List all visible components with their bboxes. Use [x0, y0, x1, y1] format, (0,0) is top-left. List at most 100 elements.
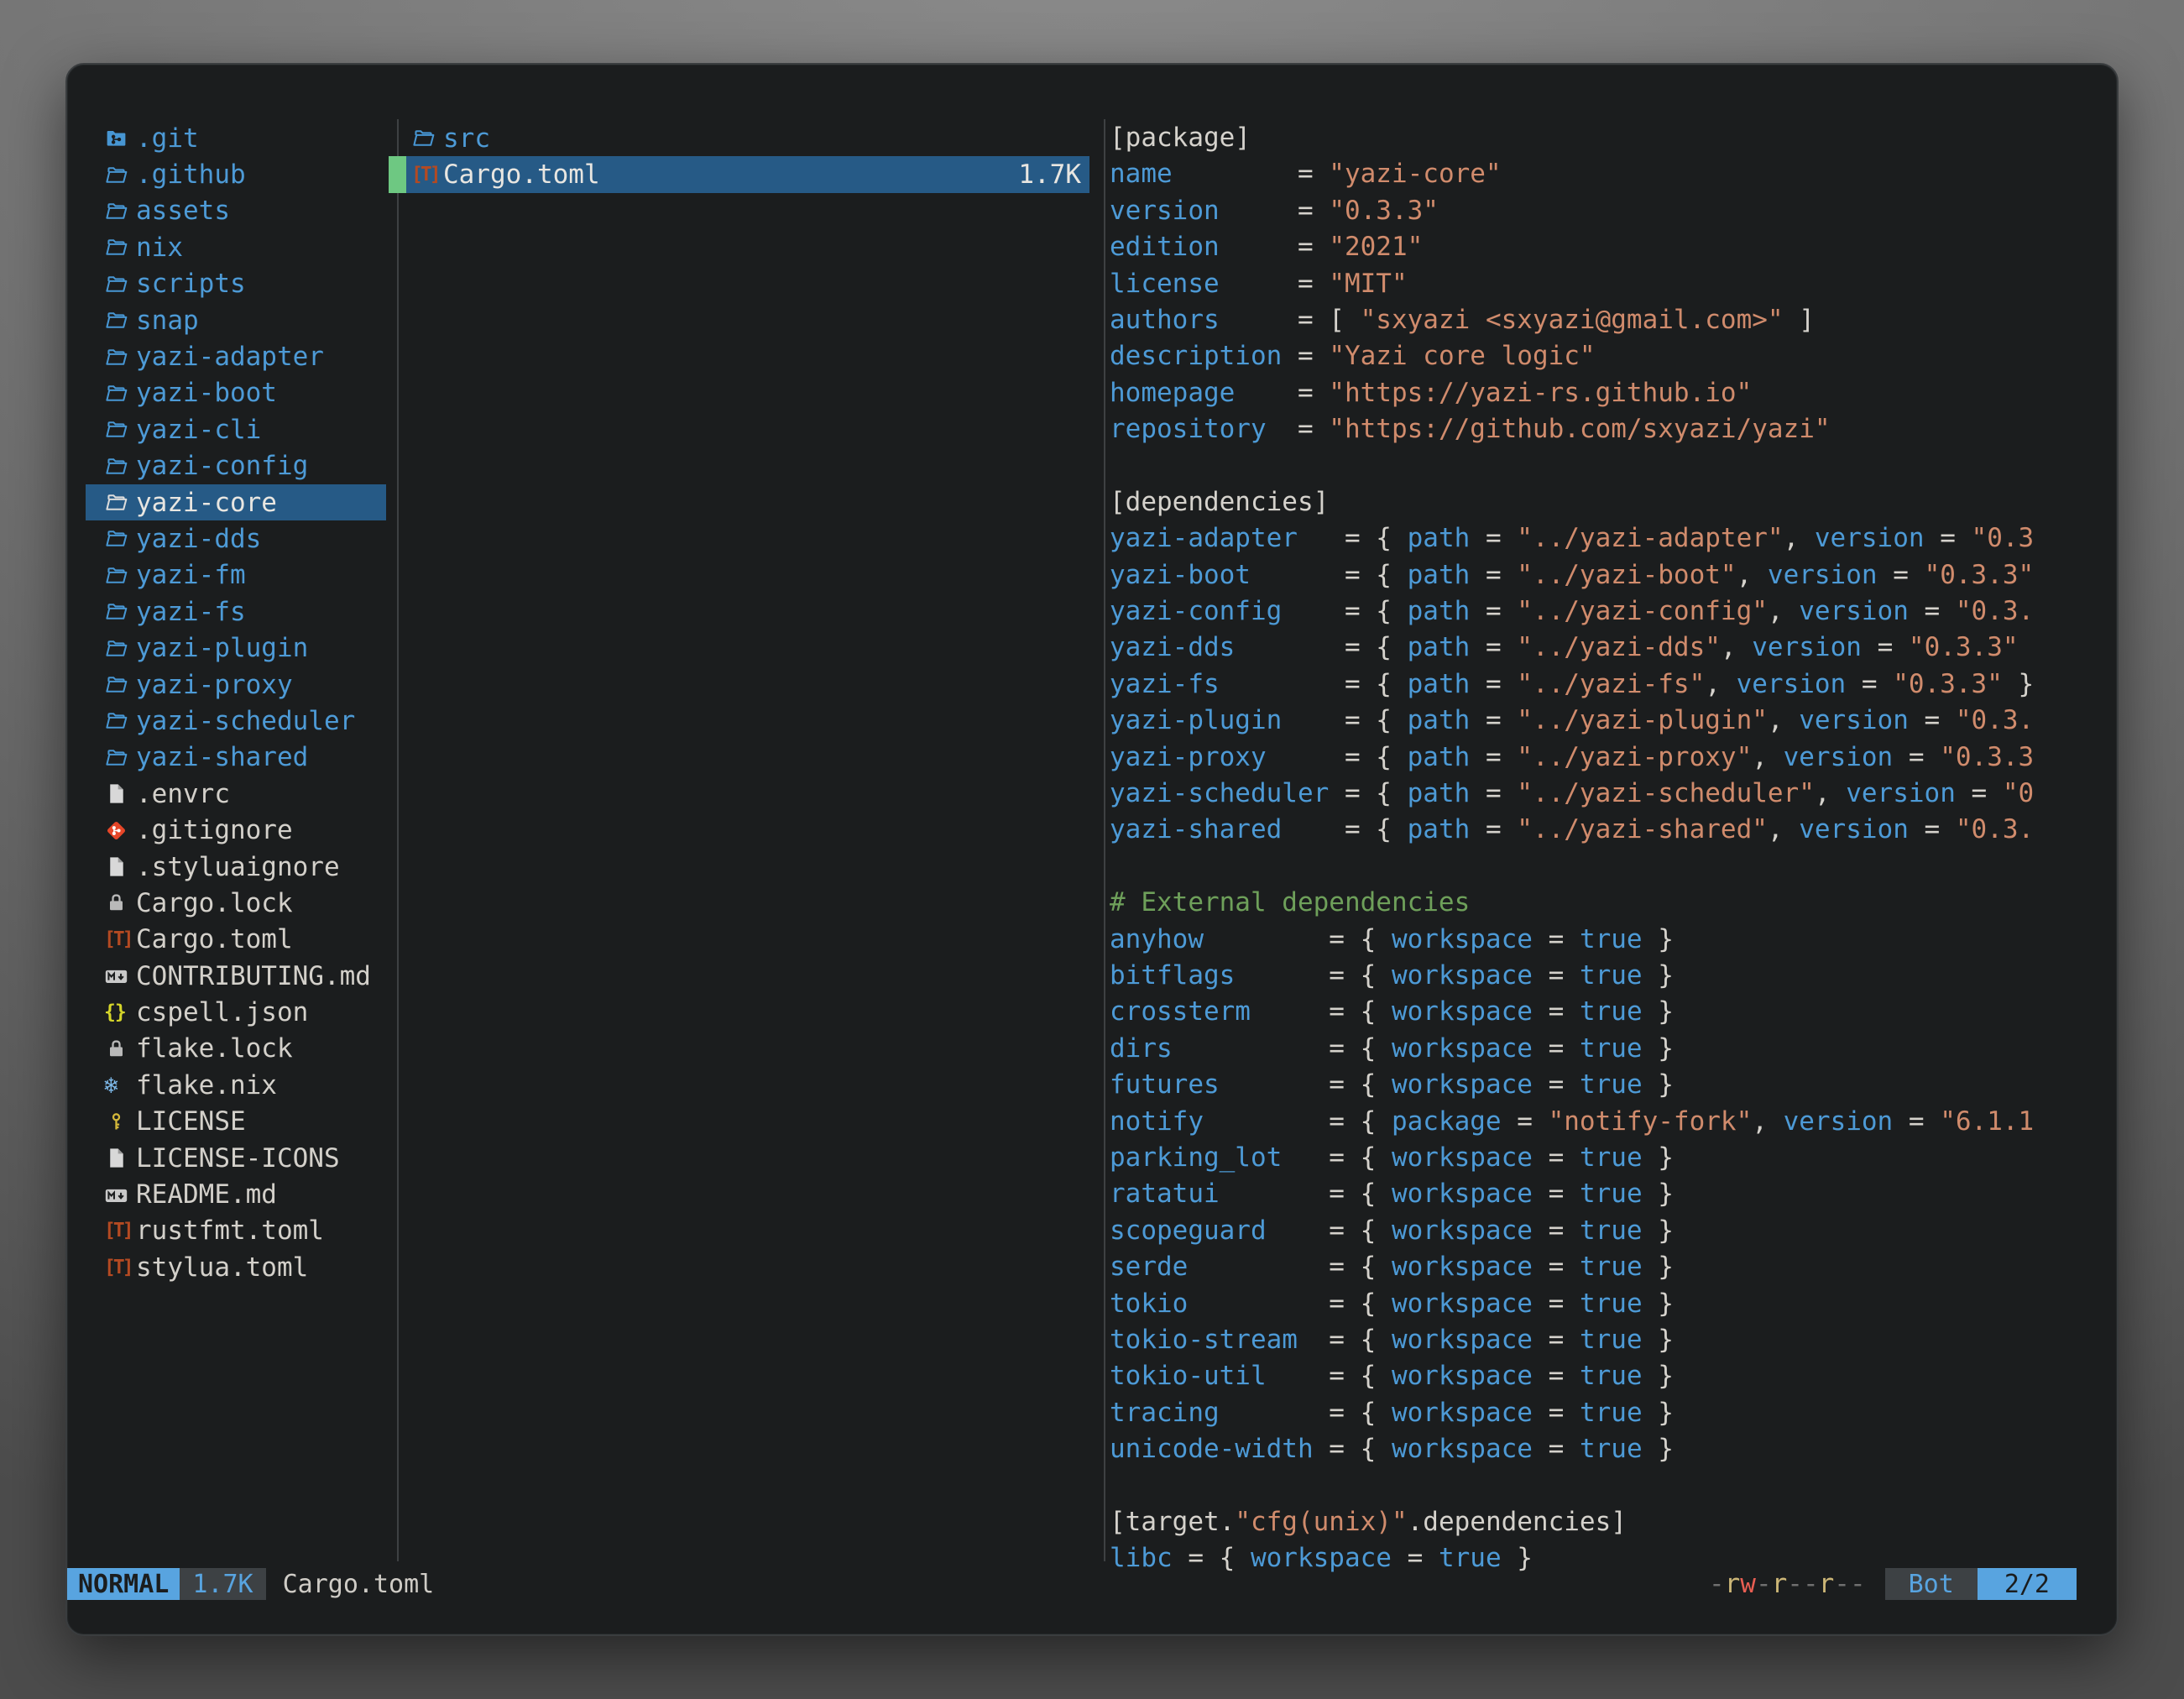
- file-label: yazi-cli: [136, 415, 261, 445]
- preview-line: ratatui = { workspace = true }: [1110, 1176, 2110, 1212]
- sidebar-item-yazi-config[interactable]: yazi-config: [86, 448, 386, 484]
- sidebar-item-yazi-dds[interactable]: yazi-dds: [86, 520, 386, 557]
- preview-line: license = "MIT": [1110, 266, 2110, 302]
- preview-line: unicode-width = { workspace = true }: [1110, 1431, 2110, 1467]
- sidebar-item-yazi-cli[interactable]: yazi-cli: [86, 411, 386, 447]
- preview-line: [1110, 1467, 2110, 1503]
- sidebar-item-contributing-md[interactable]: CONTRIBUTING.md: [86, 958, 386, 994]
- sidebar-item-yazi-fs[interactable]: yazi-fs: [86, 593, 386, 630]
- sidebar-item-cspell-json[interactable]: {}cspell.json: [86, 994, 386, 1030]
- folder-open-icon: [104, 338, 136, 374]
- json-icon: {}: [104, 994, 136, 1030]
- sidebar-item-snap[interactable]: snap: [86, 302, 386, 338]
- preview-line: futures = { workspace = true }: [1110, 1067, 2110, 1103]
- sidebar-item-yazi-plugin[interactable]: yazi-plugin: [86, 630, 386, 666]
- sidebar-item-license-icons[interactable]: LICENSE-ICONS: [86, 1140, 386, 1176]
- pane-separator: [397, 119, 399, 1561]
- sidebar-item-flake-nix[interactable]: ❄flake.nix: [86, 1067, 386, 1103]
- file-icon: [104, 849, 136, 885]
- folder-open-icon: [104, 593, 136, 630]
- preview-line: edition = "2021": [1110, 229, 2110, 265]
- folder-open-icon: [104, 740, 136, 776]
- file-label: flake.lock: [136, 1033, 293, 1064]
- md-icon: [104, 1176, 136, 1212]
- file-label: README.md: [136, 1179, 277, 1210]
- current-pane: src[T]Cargo.toml1.7K: [406, 120, 1089, 193]
- sidebar-item-yazi-shared[interactable]: yazi-shared: [86, 740, 386, 776]
- folder-open-icon: [104, 630, 136, 666]
- toml-icon: [T]: [411, 156, 443, 192]
- toml-icon: [T]: [104, 1249, 136, 1285]
- folder-open-icon: [104, 302, 136, 338]
- file-label: yazi-shared: [136, 742, 308, 772]
- preview-line: yazi-adapter = { path = "../yazi-adapter…: [1110, 520, 2110, 557]
- folder-open-icon: [104, 484, 136, 520]
- file-label: assets: [136, 196, 230, 226]
- sidebar-item-assets[interactable]: assets: [86, 193, 386, 229]
- preview-line: [1110, 448, 2110, 484]
- preview-line: tokio-util = { workspace = true }: [1110, 1358, 2110, 1394]
- sidebar-item-scripts[interactable]: scripts: [86, 266, 386, 302]
- preview-line: yazi-scheduler = { path = "../yazi-sched…: [1110, 776, 2110, 812]
- preview-pane: [package]name = "yazi-core"version = "0.…: [1110, 120, 2110, 1577]
- preview-line: name = "yazi-core": [1110, 156, 2110, 192]
- file-label: .envrc: [136, 779, 230, 809]
- file-label: yazi-core: [136, 488, 277, 518]
- folder-open-icon: [104, 703, 136, 739]
- sidebar-item-yazi-fm[interactable]: yazi-fm: [86, 557, 386, 593]
- current-item-src[interactable]: src: [406, 120, 1089, 156]
- file-label: yazi-boot: [136, 378, 277, 408]
- preview-line: parking_lot = { workspace = true }: [1110, 1140, 2110, 1176]
- file-icon: [104, 776, 136, 812]
- md-icon: [104, 958, 136, 994]
- file-label: .github: [136, 159, 246, 190]
- file-label: yazi-scheduler: [136, 706, 355, 736]
- file-label: stylua.toml: [136, 1252, 308, 1283]
- sidebar-item-rustfmt-toml[interactable]: [T]rustfmt.toml: [86, 1213, 386, 1249]
- preview-line: yazi-fs = { path = "../yazi-fs", version…: [1110, 667, 2110, 703]
- scroll-position-badge: Bot: [1885, 1568, 1978, 1600]
- file-label: scripts: [136, 269, 246, 299]
- sidebar-item-yazi-boot[interactable]: yazi-boot: [86, 375, 386, 411]
- file-icon: [104, 1140, 136, 1176]
- preview-line: yazi-proxy = { path = "../yazi-proxy", v…: [1110, 740, 2110, 776]
- sidebar-item-yazi-core[interactable]: yazi-core: [86, 484, 386, 520]
- file-label: .gitignore: [136, 815, 293, 845]
- sidebar-item-yazi-scheduler[interactable]: yazi-scheduler: [86, 703, 386, 739]
- sidebar-item-git[interactable]: .git: [86, 120, 386, 156]
- file-label: yazi-adapter: [136, 342, 324, 372]
- folder-open-icon: [104, 520, 136, 557]
- preview-line: crossterm = { workspace = true }: [1110, 994, 2110, 1030]
- folder-open-icon: [104, 375, 136, 411]
- preview-line: dirs = { workspace = true }: [1110, 1031, 2110, 1067]
- sidebar-item-envrc[interactable]: .envrc: [86, 776, 386, 812]
- sidebar-item-cargo-toml[interactable]: [T]Cargo.toml: [86, 922, 386, 958]
- sidebar-item-license[interactable]: LICENSE: [86, 1104, 386, 1140]
- nix-icon: ❄: [104, 1067, 136, 1103]
- sidebar-item-github[interactable]: .github: [86, 156, 386, 192]
- preview-line: tracing = { workspace = true }: [1110, 1395, 2110, 1431]
- sidebar-item-yazi-adapter[interactable]: yazi-adapter: [86, 338, 386, 374]
- preview-line: yazi-config = { path = "../yazi-config",…: [1110, 593, 2110, 630]
- file-label: nix: [136, 233, 183, 263]
- preview-line: tokio = { workspace = true }: [1110, 1286, 2110, 1322]
- file-label: yazi-dds: [136, 524, 261, 554]
- sidebar-item-readme-md[interactable]: README.md: [86, 1176, 386, 1212]
- sidebar-item-styluaignore[interactable]: .styluaignore: [86, 849, 386, 885]
- preview-line: serde = { workspace = true }: [1110, 1249, 2110, 1285]
- sidebar-item-cargo-lock[interactable]: Cargo.lock: [86, 885, 386, 921]
- folder-open-icon: [104, 448, 136, 484]
- current-item-cargo-toml[interactable]: [T]Cargo.toml1.7K: [406, 156, 1089, 192]
- folder-open-icon: [104, 667, 136, 703]
- file-label: yazi-plugin: [136, 633, 308, 663]
- folder-open-icon: [104, 557, 136, 593]
- file-permissions: -rw-r--r--: [1709, 1569, 1866, 1599]
- file-label: yazi-fs: [136, 597, 246, 627]
- preview-line: scopeguard = { workspace = true }: [1110, 1213, 2110, 1249]
- sidebar-item-stylua-toml[interactable]: [T]stylua.toml: [86, 1249, 386, 1285]
- file-label: .git: [136, 123, 199, 154]
- sidebar-item-gitignore[interactable]: .gitignore: [86, 812, 386, 848]
- sidebar-item-nix[interactable]: nix: [86, 229, 386, 265]
- sidebar-item-flake-lock[interactable]: flake.lock: [86, 1031, 386, 1067]
- sidebar-item-yazi-proxy[interactable]: yazi-proxy: [86, 667, 386, 703]
